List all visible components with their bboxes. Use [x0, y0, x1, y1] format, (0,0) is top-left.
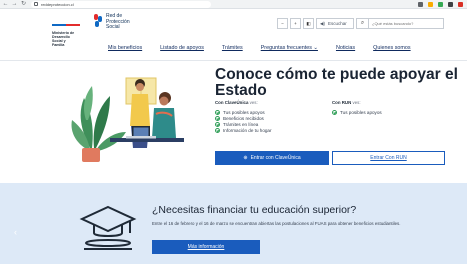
speaker-icon: ◀) — [320, 20, 325, 26]
url-text: reddeproteccion.cl — [41, 1, 74, 7]
run-heading-suffix: ves: — [352, 100, 361, 105]
claveunica-heading: Con ClaveÚnica ves: — [215, 100, 272, 105]
address-bar[interactable]: reddeproteccion.cl — [31, 0, 211, 8]
share-icon[interactable] — [418, 1, 423, 7]
brand-mark-icon — [94, 14, 103, 28]
check-icon — [215, 115, 220, 121]
more-info-button[interactable]: Más información — [152, 240, 260, 254]
check-icon — [215, 121, 220, 127]
contrast-button[interactable]: ◧ — [303, 18, 314, 29]
login-claveunica-button[interactable]: ⊕ Entrar con ClaveÚnica — [215, 151, 329, 165]
banner-text: Entre el 16 de febrero y el 16 de marzo … — [152, 221, 401, 226]
list-item: Beneficios recibidos — [215, 115, 272, 121]
hero-title: Conoce cómo te puede apoyar el Estado — [215, 66, 458, 99]
graduation-cap-icon — [79, 205, 137, 250]
brand-logo[interactable]: Red de Protección Social — [94, 13, 130, 31]
check-icon — [332, 109, 337, 115]
claveunica-icon: ⊕ — [243, 155, 248, 161]
ministry-logo[interactable]: Ministerio de Desarrollo Social y Famili… — [52, 13, 82, 47]
run-heading: Con RUN ves: — [332, 100, 382, 105]
login-run-button[interactable]: Entrar Con RUN — [332, 151, 445, 165]
run-heading-label: Con RUN — [332, 100, 352, 105]
lock-icon — [34, 2, 38, 6]
accessibility-tools: − + ◧ ◀) Escuchar — [277, 18, 354, 29]
list-item: Tus posibles apoyos — [332, 109, 382, 115]
claveunica-heading-suffix: ves: — [249, 100, 258, 105]
font-smaller-button[interactable]: − — [277, 18, 288, 29]
carousel-prev-icon[interactable]: ‹ — [14, 227, 17, 237]
hero-section: Conoce cómo te puede apoyar el Estado Co… — [0, 62, 467, 172]
run-column: Con RUN ves: Tus posibles apoyos — [332, 100, 382, 115]
claveunica-column: Con ClaveÚnica ves: Tus posibles apoyos … — [215, 100, 272, 133]
nav-tramites[interactable]: Trámites — [222, 45, 243, 51]
claveunica-heading-label: Con ClaveÚnica — [215, 100, 249, 105]
search-input[interactable] — [369, 18, 444, 29]
site-header: Ministerio de Desarrollo Social y Famili… — [0, 9, 467, 61]
reload-icon[interactable]: ↻ — [20, 1, 27, 8]
list-item: Información de tu hogar — [215, 127, 272, 133]
listen-label: Escuchar — [327, 21, 347, 26]
extension-icon[interactable] — [438, 1, 443, 7]
forward-icon[interactable]: → — [11, 1, 18, 8]
brand-line-3: Social — [106, 24, 120, 30]
nav-quienes-somos[interactable]: Quienes somos — [373, 45, 410, 51]
nav-preguntas-frecuentes[interactable]: Preguntas frecuentes ⌄ — [261, 45, 318, 51]
check-icon — [215, 109, 220, 115]
back-icon[interactable]: ← — [2, 1, 9, 8]
ministry-line-4: Familia — [52, 43, 65, 47]
banner-title: ¿Necesitas financiar tu educación superi… — [152, 204, 357, 216]
bookmark-icon[interactable] — [428, 1, 433, 7]
list-item: Tus posibles apoyos — [215, 109, 272, 115]
education-banner: ‹ ¿Necesitas financiar tu educación supe… — [0, 183, 467, 264]
menu-icon[interactable] — [458, 1, 463, 7]
main-nav: Mis beneficios Listado de apoyos Trámite… — [108, 45, 429, 51]
claveunica-features: Tus posibles apoyos Beneficios recibidos… — [215, 109, 272, 133]
hero-illustration — [71, 77, 184, 162]
font-larger-button[interactable]: + — [290, 18, 301, 29]
profile-icon[interactable] — [448, 1, 453, 7]
nav-mis-beneficios[interactable]: Mis beneficios — [108, 45, 142, 51]
check-icon — [215, 127, 220, 133]
login-claveunica-label: Entrar con ClaveÚnica — [250, 155, 301, 161]
nav-noticias[interactable]: Noticias — [336, 45, 355, 51]
search-box: ⌕ — [356, 18, 444, 29]
run-features: Tus posibles apoyos — [332, 109, 382, 115]
nav-listado-de-apoyos[interactable]: Listado de apoyos — [160, 45, 204, 51]
browser-toolbar: ← → ↻ reddeproteccion.cl — [0, 0, 467, 9]
search-icon[interactable]: ⌕ — [356, 18, 369, 29]
listen-button[interactable]: ◀) Escuchar — [316, 18, 354, 29]
